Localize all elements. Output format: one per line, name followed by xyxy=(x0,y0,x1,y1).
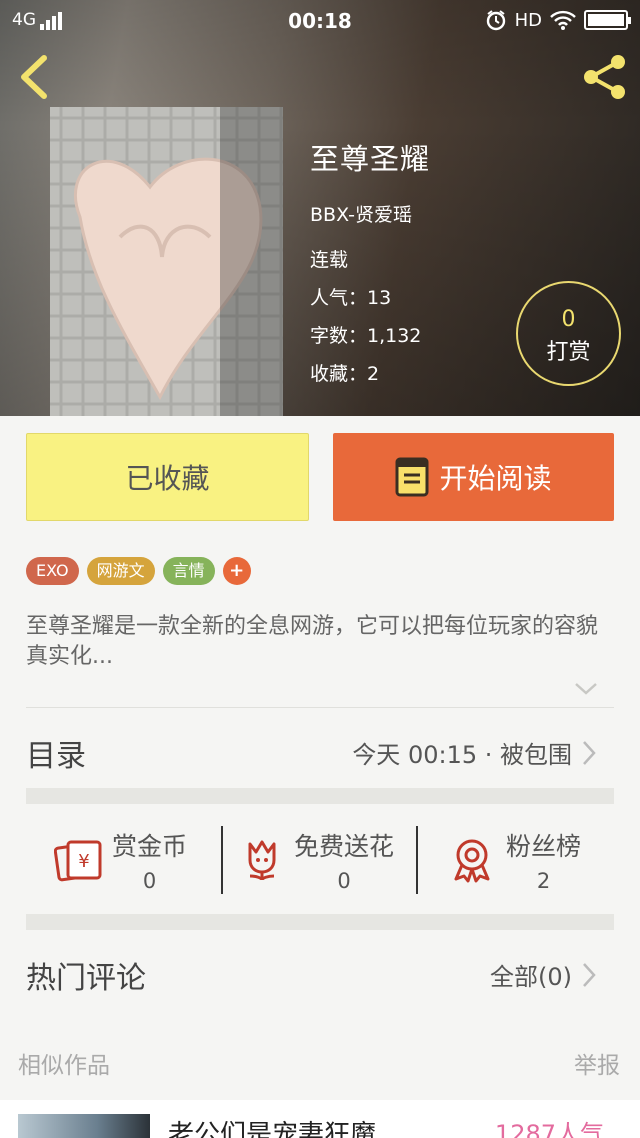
coin-reward-value: 0 xyxy=(142,869,157,893)
start-reading-button[interactable]: 开始阅读 xyxy=(333,433,614,521)
stat-divider xyxy=(221,826,223,894)
tag-romance[interactable]: 言情 xyxy=(162,557,215,585)
chevron-right-icon xyxy=(583,962,596,987)
book-popularity: 人气：13 xyxy=(310,287,392,309)
toc-label[interactable]: 目录 xyxy=(26,731,86,775)
add-tag-button[interactable]: + xyxy=(222,557,251,585)
fan-ranking-label: 粉丝榜 xyxy=(506,832,582,861)
fan-ranking-value: 2 xyxy=(536,869,551,893)
hot-comments-label: 热门评论 xyxy=(26,961,146,996)
book-meta: 连载 人气：13 字数：1,132 收藏：2 xyxy=(310,241,430,393)
book-info: 至尊圣耀 BBX-贤爱瑶 连载 人气：13 字数：1,132 收藏：2 xyxy=(310,136,430,393)
tip-button[interactable]: 0 打赏 xyxy=(516,281,621,386)
chevron-right-icon xyxy=(583,740,596,765)
all-comments-link[interactable]: 全部(0) xyxy=(490,957,596,992)
stat-divider xyxy=(416,826,418,894)
support-stats: ¥ 赏金币 0 免费送花 0 粉丝榜 2 xyxy=(26,818,614,902)
toc-latest-chapter[interactable]: 今天 00:15 · 被包围 xyxy=(352,735,596,770)
back-button[interactable] xyxy=(14,54,54,100)
chevron-down-icon xyxy=(575,683,597,695)
tag-list: EXO 网游文 言情 + xyxy=(26,557,251,585)
flower-icon xyxy=(248,840,276,881)
all-comments-text: 全部(0) xyxy=(490,963,572,991)
tip-label: 打赏 xyxy=(546,340,591,365)
book-cover[interactable] xyxy=(50,107,283,416)
red-envelope-icon: ¥ xyxy=(54,840,102,882)
status-icons: HD xyxy=(485,9,631,31)
similar-work-thumbnail xyxy=(18,1114,150,1138)
battery-icon xyxy=(584,10,631,30)
start-reading-label: 开始阅读 xyxy=(439,462,552,495)
free-flower-label: 免费送花 xyxy=(294,832,395,861)
latest-chapter-text: 今天 00:15 · 被包围 xyxy=(352,741,572,769)
free-flower-value: 0 xyxy=(337,869,351,893)
status-bar: 4G 00:18 HD xyxy=(0,0,640,44)
report-button[interactable]: 举报 xyxy=(574,1046,620,1080)
section-separator xyxy=(26,788,614,804)
expand-description-button[interactable] xyxy=(574,681,598,700)
similar-work-item[interactable]: 老公们是宠妻狂魔 1287人气 xyxy=(0,1100,640,1138)
tip-count: 0 xyxy=(561,307,576,332)
book-word-count: 字数：1,132 xyxy=(310,325,422,347)
tag-exo[interactable]: EXO xyxy=(26,557,79,585)
share-button[interactable] xyxy=(580,52,630,102)
similar-works-label: 相似作品 xyxy=(18,1053,110,1079)
similar-work-popularity: 1287人气 xyxy=(494,1120,604,1138)
wifi-icon xyxy=(550,10,576,30)
coin-reward-stat[interactable]: ¥ 赏金币 0 xyxy=(54,818,224,902)
hd-badge: HD xyxy=(514,9,542,31)
divider xyxy=(26,707,614,708)
fan-ranking-stat[interactable]: 粉丝榜 2 xyxy=(450,818,614,902)
medal-icon xyxy=(454,839,490,883)
coin-reward-label: 赏金币 xyxy=(112,832,188,861)
book-title: 至尊圣耀 xyxy=(310,142,431,176)
tag-online-game[interactable]: 网游文 xyxy=(86,557,155,585)
cover-image xyxy=(50,107,283,416)
favorited-button[interactable]: 已收藏 xyxy=(26,433,309,521)
book-icon xyxy=(395,457,429,497)
similar-work-title: 老公们是宠妻狂魔 xyxy=(168,1120,377,1138)
chevron-left-icon xyxy=(21,55,47,99)
book-author[interactable]: BBX-贤爱瑶 xyxy=(310,200,430,227)
alarm-icon xyxy=(486,10,505,31)
book-status: 连载 xyxy=(310,249,349,271)
book-favorites: 收藏：2 xyxy=(310,363,380,385)
svg-text:¥: ¥ xyxy=(78,851,89,872)
section-separator xyxy=(26,914,614,930)
free-flower-stat[interactable]: 免费送花 0 xyxy=(242,818,422,902)
share-icon xyxy=(584,55,625,99)
book-description[interactable]: 至尊圣耀是一款全新的全息网游，它可以把每位玩家的容貌真实化... xyxy=(26,612,616,672)
